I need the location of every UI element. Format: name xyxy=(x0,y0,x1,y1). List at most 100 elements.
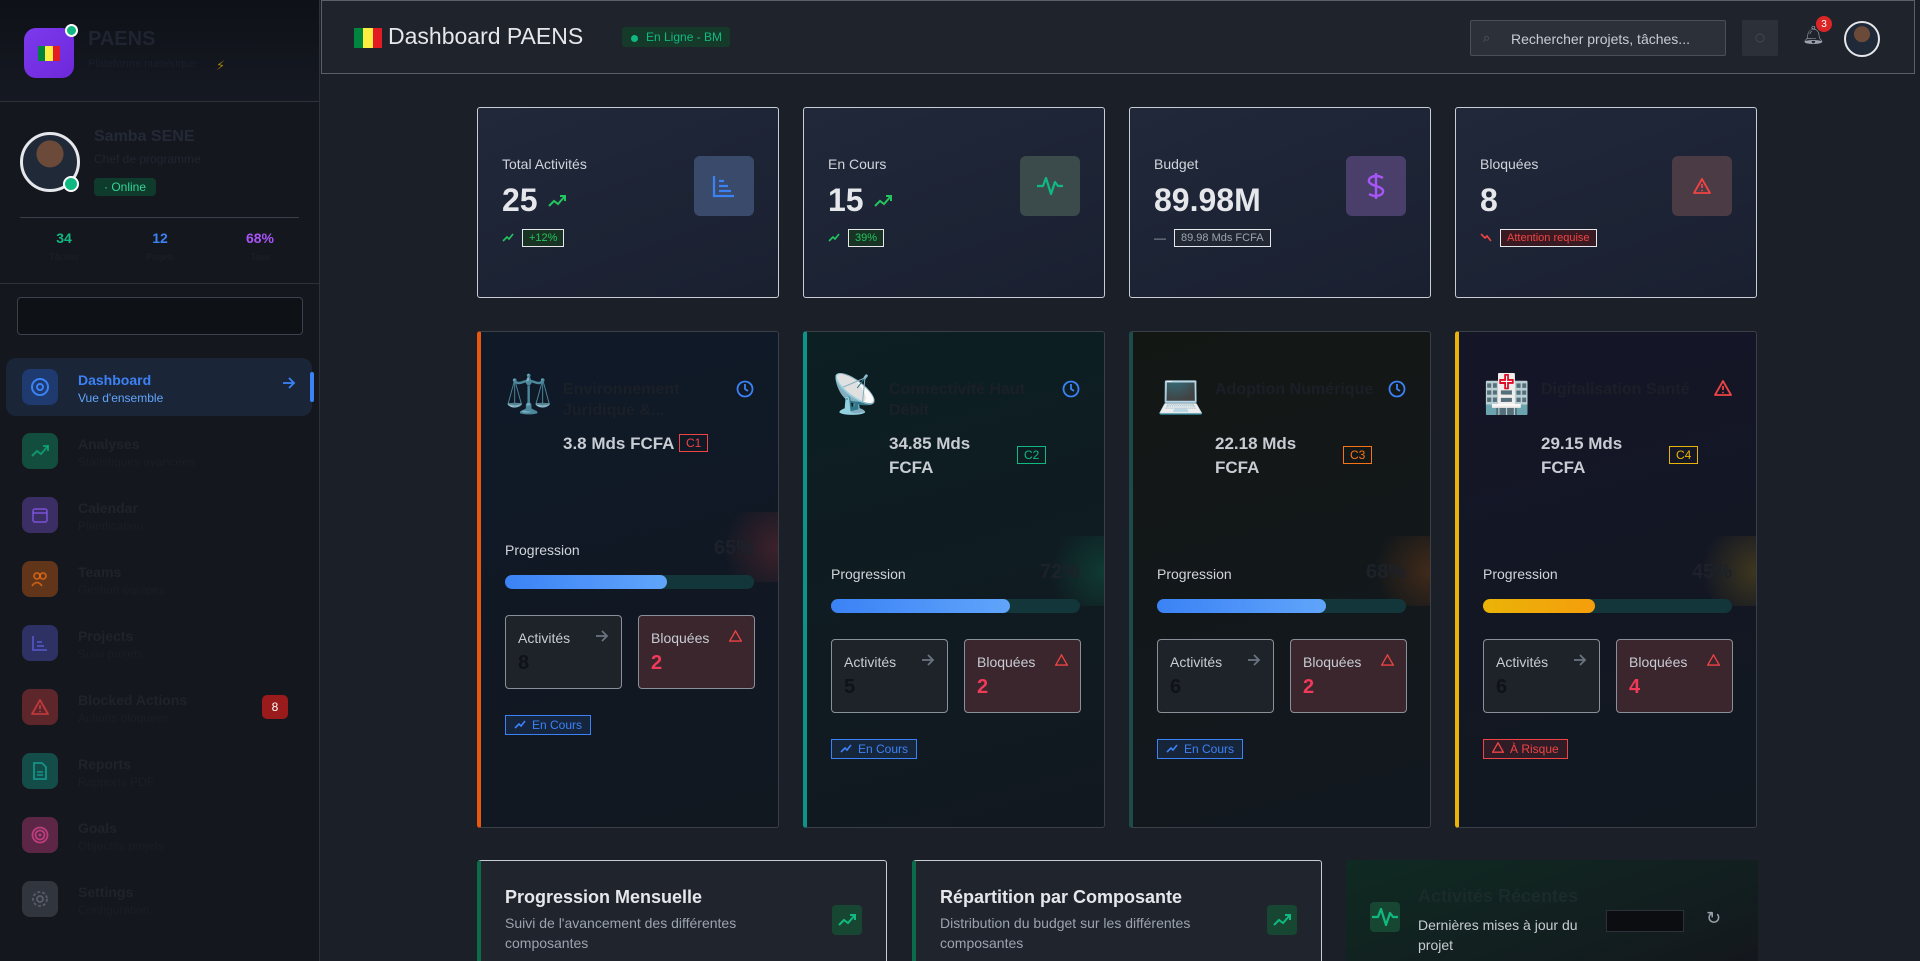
brand-name: PAENS xyxy=(88,28,156,50)
profile-role: Chef de programme xyxy=(94,152,201,166)
status-label: En Cours xyxy=(532,718,583,732)
component-title: Environnement Juridique &... xyxy=(563,381,680,419)
component-card[interactable]: 🏥 Digitalisation Santé 29.15 Mds FCFA C4 Pro… xyxy=(1455,331,1757,828)
progress-label: Progression xyxy=(505,542,580,558)
brand-logo[interactable] xyxy=(24,24,78,78)
top-header: Dashboard PAENS En Ligne - BM ⌕ Recherch… xyxy=(321,0,1915,74)
sidebar-item-calendar[interactable]: Calendar Planification xyxy=(6,486,312,544)
trend-icon[interactable] xyxy=(1267,905,1297,935)
component-budget: 22.18 Mds FCFA xyxy=(1215,434,1297,477)
profile-stat-label: Tâches xyxy=(49,252,79,262)
trend-icon xyxy=(22,433,58,469)
blocked-box[interactable]: Bloquées 2 xyxy=(638,615,755,689)
blocked-count: 2 xyxy=(977,676,989,698)
blocked-box[interactable]: Bloquées 4 xyxy=(1616,639,1733,713)
brand-subtitle: Plateforme numérique xyxy=(88,58,197,70)
sidebar-item-goals[interactable]: Goals Objectifs projets xyxy=(6,806,312,864)
status-label: En Cours xyxy=(858,742,909,756)
component-icon: 🏥 xyxy=(1483,374,1531,416)
header-search-input[interactable]: ⌕ Rechercher projets, tâches... xyxy=(1470,20,1726,56)
profile-stat-label: Taux xyxy=(250,252,270,262)
notification-badge: 3 xyxy=(1816,16,1832,32)
activities-count: 8 xyxy=(518,652,530,674)
activities-box[interactable]: Activités 6 xyxy=(1483,639,1600,713)
stat-card-number: 89.98M xyxy=(1154,182,1261,218)
sidebar-item-sublabel: Vue d'ensemble xyxy=(78,391,164,405)
theme-toggle-button[interactable] xyxy=(1742,20,1778,56)
component-budget: 29.15 Mds FCFA xyxy=(1541,434,1623,477)
sidebar-item-teams[interactable]: Teams Gestion équipes xyxy=(6,550,312,608)
sidebar-search-input[interactable] xyxy=(17,297,303,335)
chart-icon xyxy=(22,625,58,661)
profile-stat-value: 68% xyxy=(245,230,275,246)
status-badge: En Cours xyxy=(1157,739,1244,759)
file-icon xyxy=(22,753,58,789)
component-title: Adoption Numérique xyxy=(1215,381,1374,398)
sidebar-item-settings[interactable]: Settings Configuration xyxy=(6,870,312,928)
activities-count: 6 xyxy=(1496,676,1508,698)
activities-count: 5 xyxy=(844,676,856,698)
clock-icon xyxy=(1062,380,1080,403)
blocked-box[interactable]: Bloquées 2 xyxy=(964,639,1081,713)
stat-card: Bloquées 8 Attention requise xyxy=(1455,107,1757,298)
arrow-right-icon xyxy=(1247,654,1261,669)
panel-card: Répartition par Composante Distribution d… xyxy=(912,860,1322,961)
activity-icon xyxy=(1020,156,1080,216)
component-card[interactable]: 📡 Connectivité Haut Débit 34.85 Mds FCFA C2… xyxy=(803,331,1105,828)
activities-box[interactable]: Activités 6 xyxy=(1157,639,1274,713)
trend-up-icon xyxy=(873,195,892,211)
stat-card-value: 8 xyxy=(1480,182,1498,219)
target-icon xyxy=(22,817,58,853)
sidebar: PAENS Plateforme numérique ⚡ Samba SENE … xyxy=(0,0,320,961)
stat-card: En Cours 15 39% xyxy=(803,107,1105,298)
dash-icon: — xyxy=(1154,231,1166,245)
filter-select[interactable] xyxy=(1606,910,1684,932)
profile-stat-value: 34 xyxy=(56,230,72,246)
sidebar-item-dashboard[interactable]: Dashboard Vue d'ensemble xyxy=(6,358,314,416)
component-code-badge: C4 xyxy=(1669,446,1699,464)
activities-box[interactable]: Activités 5 xyxy=(831,639,948,713)
sidebar-item-label: Dashboard xyxy=(78,372,152,388)
stat-card-footer: +12% xyxy=(502,229,565,247)
activities-label: Activités xyxy=(1170,654,1223,670)
stat-card-label: Bloquées xyxy=(1480,156,1539,172)
senegal-flag-icon xyxy=(354,28,382,48)
component-title: Connectivité Haut Débit xyxy=(889,381,1026,419)
progress-percent: 65% xyxy=(713,537,754,559)
status-badge: À Risque xyxy=(1483,739,1568,759)
sidebar-item-reports[interactable]: Reports Rapports PDF xyxy=(6,742,312,800)
warning-icon xyxy=(22,689,58,725)
senegal-flag-icon xyxy=(38,45,60,61)
stat-card-value: 15 xyxy=(828,182,892,219)
status-badge: En Cours xyxy=(505,715,592,735)
stat-card-chip: +12% xyxy=(522,229,565,247)
online-badge-label: Online xyxy=(111,180,147,194)
warning-icon xyxy=(1054,653,1069,669)
progress-bar-fill xyxy=(505,575,667,589)
panel-title: Progression Mensuelle xyxy=(505,887,703,907)
stat-card: Budget 89.98M — 89.98 Mds FCFA xyxy=(1129,107,1431,298)
sidebar-item-blocked-actions[interactable]: Blocked Actions Actions bloquées 8 xyxy=(6,678,312,736)
clock-icon xyxy=(1388,380,1406,403)
arrow-right-icon xyxy=(1573,654,1587,669)
warning-icon xyxy=(1491,741,1505,756)
sidebar-item-projects[interactable]: Projects Suivi projets xyxy=(6,614,312,672)
stat-card-label: Total Activités xyxy=(502,156,587,172)
trend-icon[interactable] xyxy=(832,905,862,935)
progress-percent: 72% xyxy=(1039,561,1080,583)
sidebar-item-analyses[interactable]: Analyses Statistiques avancées xyxy=(6,422,312,480)
user-avatar[interactable] xyxy=(1844,21,1880,57)
blocked-count: 2 xyxy=(651,652,663,674)
component-card[interactable]: 💻 Adoption Numérique 22.18 Mds FCFA C3 Progr… xyxy=(1129,331,1431,828)
blocked-label: Bloquées xyxy=(977,654,1036,670)
activities-box[interactable]: Activités 8 xyxy=(505,615,622,689)
warning-icon xyxy=(1714,380,1732,401)
gear-icon xyxy=(22,881,58,917)
blocked-box[interactable]: Bloquées 2 xyxy=(1290,639,1407,713)
trend-down-icon xyxy=(1480,231,1492,245)
component-card[interactable]: ⚖️ Environnement Juridique &... 3.8 Mds FC… xyxy=(477,331,779,828)
stat-card: Total Activités 25 +12% xyxy=(477,107,779,298)
trend-icon xyxy=(1166,742,1178,756)
refresh-icon[interactable]: ↻ xyxy=(1706,908,1721,929)
warning-icon xyxy=(1380,653,1395,669)
